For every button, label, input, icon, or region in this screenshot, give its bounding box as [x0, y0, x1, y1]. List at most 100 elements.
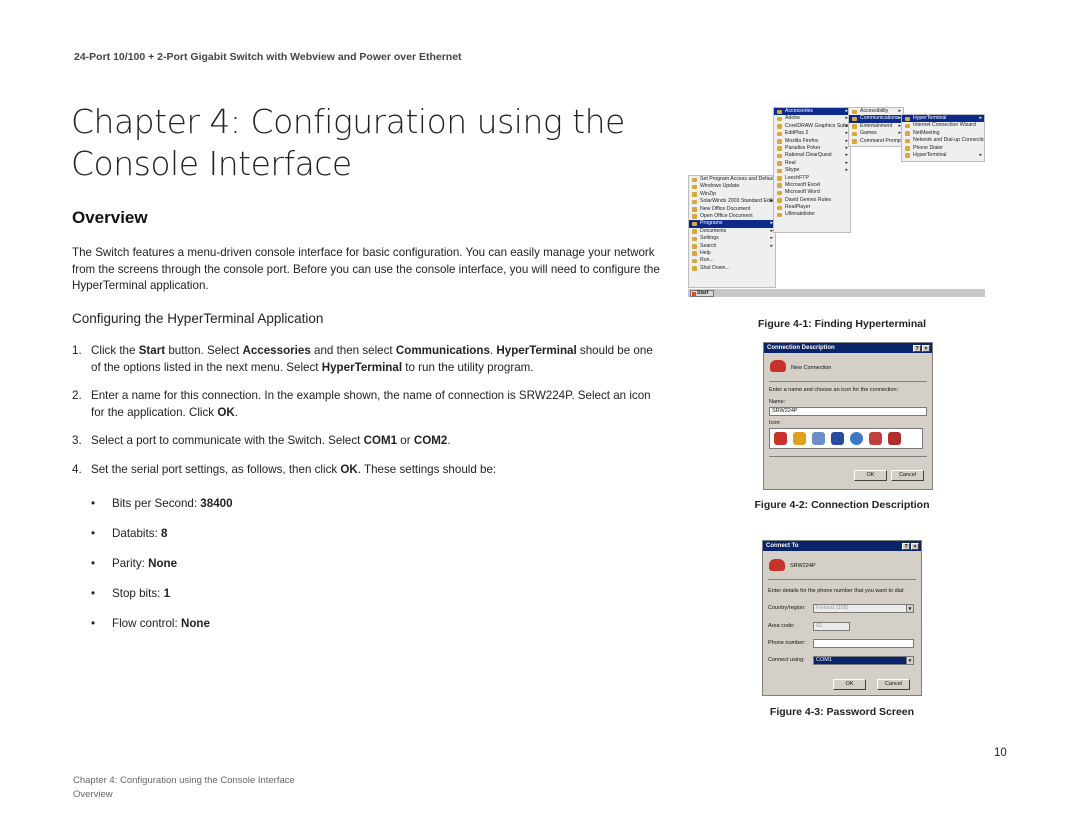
setting-value: 38400: [200, 497, 233, 510]
figure-caption-1: Figure 4-1: Finding Hyperterminal: [757, 318, 927, 330]
chevron-right-icon: ▸: [979, 151, 982, 158]
chapter-title-line1: Chapter 4: Configuration using the: [71, 102, 625, 141]
menu-item[interactable]: WinZip: [689, 191, 775, 198]
menu-item[interactable]: Skype ▸: [774, 167, 850, 174]
menu-item[interactable]: EditPlus 2 ▸: [774, 130, 850, 137]
connect-using-label: Connect using:: [768, 657, 805, 663]
menu-item[interactable]: CorelDRAW Graphics Suite 12 ▸: [774, 123, 850, 130]
menu-item[interactable]: David Gemes Rules: [774, 197, 850, 204]
menu-item[interactable]: Programs ▸: [689, 220, 775, 228]
step-text: Set the serial port settings, as follows…: [91, 462, 497, 476]
close-icon[interactable]: ×: [911, 542, 919, 550]
telephone-icon[interactable]: [888, 432, 901, 445]
help-icon[interactable]: ?: [902, 542, 910, 550]
country-select[interactable]: Finland (358) ▼: [813, 604, 914, 613]
setting-value: 1: [163, 587, 171, 600]
area-code-label: Area code:: [768, 623, 795, 629]
menu-item[interactable]: Help: [689, 250, 775, 257]
setting-label: Bits per Second:: [112, 497, 201, 510]
phone-icon[interactable]: [774, 432, 787, 445]
menu-item[interactable]: HyperTerminal ▸: [902, 115, 984, 123]
accessories-menu: Accessibility ▸ Communications ▸ Entertainme…: [848, 107, 904, 147]
menu-item[interactable]: Command Prompt: [849, 138, 903, 145]
start-menu: Set Program Access and Defaults Windows U…: [688, 175, 776, 288]
step-text: Enter a name for this connection. In the…: [91, 389, 651, 419]
section-title-overview: Overview: [72, 208, 148, 227]
chevron-right-icon: ▸: [770, 242, 773, 249]
running-header: 24-Port 10/100 + 2-Port Gigabit Switch w…: [74, 51, 462, 63]
menu-item[interactable]: Adobe ▸: [774, 115, 850, 122]
phone-number-label: Phone number:: [768, 640, 806, 646]
name-input[interactable]: SRW224P: [769, 407, 927, 416]
phone-number-input[interactable]: [813, 639, 914, 648]
dialog-prompt: Enter a name and choose an icon for the …: [769, 387, 899, 393]
globe-icon[interactable]: [850, 432, 863, 445]
bullet-icon: •: [91, 587, 96, 600]
cancel-button[interactable]: Cancel: [891, 470, 924, 481]
phone-icon: [770, 360, 786, 372]
ok-button[interactable]: OK: [833, 679, 866, 690]
setting-label: Databits:: [112, 527, 161, 540]
dialog-heading: New Connection: [791, 365, 832, 371]
menu-item[interactable]: Internet Connection Wizard: [902, 122, 984, 129]
setting-value: None: [180, 617, 210, 630]
dialog-prompt: Enter details for the phone number that …: [768, 588, 905, 594]
area-code-input[interactable]: 02: [813, 622, 850, 631]
menu-item[interactable]: Phone Dialer: [902, 145, 984, 152]
steps-list: 1. Click the Start button. Select Accesso…: [72, 343, 664, 490]
fax-icon[interactable]: [869, 432, 882, 445]
setting-label: Stop bits:: [112, 587, 164, 600]
page-number: 10: [994, 747, 1007, 759]
menu-item[interactable]: Search ▸: [689, 243, 775, 250]
menu-item[interactable]: Communications ▸: [849, 115, 903, 123]
menu-item[interactable]: Ultimatelister: [774, 211, 850, 218]
menu-item[interactable]: Windows Update: [689, 183, 775, 190]
menu-item[interactable]: Open Office Document: [689, 213, 775, 220]
menu-item[interactable]: Mozilla Firefox ▸: [774, 138, 850, 145]
chevron-down-icon: ▼: [906, 657, 913, 664]
menu-item[interactable]: Real ▸: [774, 160, 850, 167]
cancel-button[interactable]: Cancel: [877, 679, 910, 690]
menu-item[interactable]: Accessories ▸: [774, 108, 850, 116]
start-button[interactable]: Start: [690, 290, 714, 297]
menu-item[interactable]: Settings ▸: [689, 235, 775, 242]
modem-icon[interactable]: [793, 432, 806, 445]
step-item: 1. Click the Start button. Select Accesso…: [72, 343, 664, 376]
menu-item[interactable]: Run...: [689, 257, 775, 264]
menu-item[interactable]: SolarWinds 2003 Standard Edition ▸: [689, 198, 775, 205]
menu-item[interactable]: LeechFTP: [774, 175, 850, 182]
footer: Chapter 4: Configuration using the Conso…: [73, 774, 295, 801]
help-icon[interactable]: ?: [913, 344, 921, 352]
step-number: 2.: [72, 389, 82, 402]
connect-to-dialog: Connect To ? × SRW224P Enter details for …: [762, 540, 922, 696]
menu-item[interactable]: Documents ▸: [689, 228, 775, 235]
menu-item[interactable]: Games ▸: [849, 130, 903, 137]
network-icon[interactable]: [812, 432, 825, 445]
menu-item[interactable]: Accessibility ▸: [849, 108, 903, 115]
menu-item[interactable]: HyperTerminal ▸: [902, 152, 984, 159]
bullet-icon: •: [91, 557, 96, 570]
menu-item[interactable]: Microsoft Word: [774, 189, 850, 196]
menu-item[interactable]: New Office Document: [689, 206, 775, 213]
bullet-icon: •: [91, 617, 96, 630]
ok-button[interactable]: OK: [854, 470, 887, 481]
country-label: Country/region:: [768, 605, 806, 611]
menu-item[interactable]: Network and Dial-up Connections: [902, 137, 984, 144]
chapter-title-line2: Console Interface: [71, 144, 352, 183]
connect-using-select[interactable]: COM1 ▼: [813, 656, 914, 665]
setting-item: • Bits per Second: 38400: [91, 497, 233, 527]
menu-item[interactable]: Entertainment ▸: [849, 123, 903, 130]
menu-item[interactable]: Shut Down...: [689, 265, 775, 272]
icon-picker[interactable]: [769, 428, 923, 449]
menu-item[interactable]: Paradise Poker ▸: [774, 145, 850, 152]
dialog-titlebar: Connect To ? ×: [763, 541, 921, 551]
dialog-titlebar: Connection Description ? ×: [764, 343, 932, 353]
menu-item[interactable]: Set Program Access and Defaults: [689, 176, 775, 183]
close-icon[interactable]: ×: [922, 344, 930, 352]
mci-icon[interactable]: [831, 432, 844, 445]
menu-item[interactable]: NetMeeting: [902, 130, 984, 137]
menu-item[interactable]: RealPlayer: [774, 204, 850, 211]
menu-item[interactable]: Rational ClearQuest ▸: [774, 152, 850, 159]
menu-item[interactable]: Microsoft Excel: [774, 182, 850, 189]
chevron-right-icon: ▸: [979, 115, 982, 121]
